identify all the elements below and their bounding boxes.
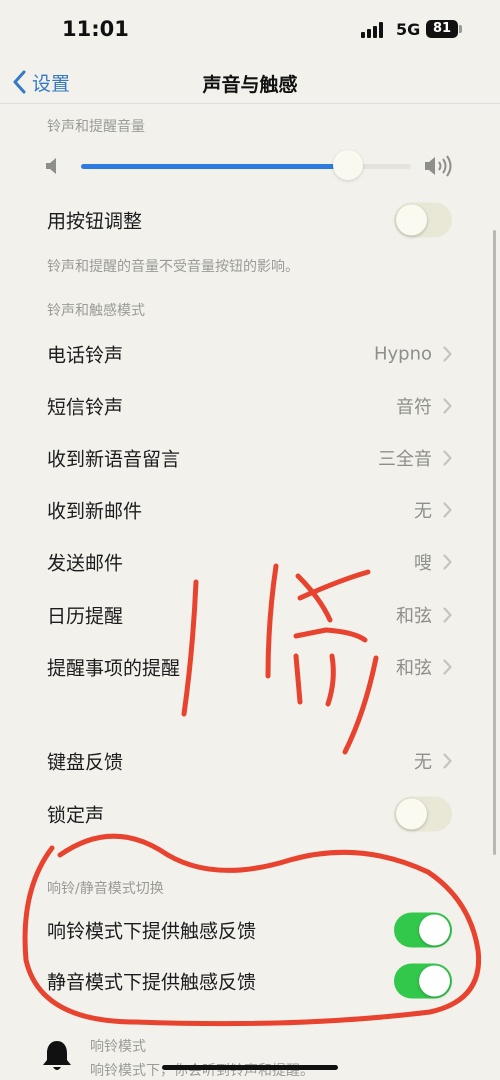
toggle-knob — [419, 914, 450, 946]
row-label: 收到新邮件 — [47, 500, 143, 523]
sound-row-sent-mail[interactable]: 发送邮件 嗖 — [0, 536, 480, 588]
battery-icon: 81 — [426, 20, 458, 38]
chevron-right-icon — [443, 753, 452, 769]
toggle-knob — [396, 204, 427, 236]
row-value: 无 — [414, 752, 432, 773]
network-type: 5G — [396, 20, 421, 39]
toggle-knob — [419, 965, 450, 997]
row-value: 和弦 — [396, 606, 432, 627]
row-value: 三全音 — [378, 449, 432, 470]
status-bar: 11:01 5G 81 — [0, 0, 500, 60]
row-label: 锁定声 — [47, 804, 105, 827]
battery-cap — [459, 25, 462, 33]
row-label: 日历提醒 — [47, 605, 124, 628]
chevron-right-icon — [443, 502, 452, 518]
chevron-right-icon — [443, 398, 452, 414]
keyboard-feedback-row[interactable]: 键盘反馈 无 — [0, 735, 480, 787]
speaker-low-icon — [46, 158, 56, 174]
row-label: 提醒事项的提醒 — [47, 657, 181, 680]
sound-row-text-tone[interactable]: 短信铃声 音符 — [0, 380, 480, 432]
cellular-signal-icon — [361, 22, 387, 38]
haptics-ring-mode-toggle[interactable] — [394, 912, 452, 948]
sound-row-new-mail[interactable]: 收到新邮件 无 — [0, 484, 480, 536]
row-value: 嗖 — [414, 553, 432, 574]
adjust-with-buttons-toggle[interactable] — [394, 202, 452, 238]
row-label: 键盘反馈 — [47, 751, 124, 774]
row-value: 音符 — [396, 397, 432, 418]
chevron-right-icon — [443, 607, 452, 623]
page-title: 声音与触感 — [202, 74, 298, 96]
sound-row-calendar-alerts[interactable]: 日历提醒 和弦 — [0, 589, 480, 641]
chevron-right-icon — [443, 659, 452, 675]
row-label: 发送邮件 — [47, 552, 124, 575]
row-label: 静音模式下提供触感反馈 — [47, 971, 257, 994]
row-value: 无 — [414, 501, 432, 522]
home-indicator[interactable] — [162, 1065, 338, 1070]
bell-icon — [43, 1041, 71, 1070]
row-value: 和弦 — [396, 658, 432, 679]
row-label: 短信铃声 — [47, 396, 124, 419]
slider-fill — [81, 164, 349, 169]
sound-row-reminder-alerts[interactable]: 提醒事项的提醒 和弦 — [0, 641, 480, 693]
chevron-right-icon — [443, 346, 452, 362]
row-label: 用按钮调整 — [47, 210, 143, 233]
sound-row-ringtone[interactable]: 电话铃声 Hypno — [0, 328, 480, 380]
toggle-knob — [396, 798, 427, 830]
section-header-ringer-volume: 铃声和提醒音量 — [47, 119, 145, 135]
slider-thumb[interactable] — [333, 150, 364, 180]
scrollbar[interactable] — [493, 230, 496, 855]
adjust-with-buttons-footnote: 铃声和提醒的音量不受音量按钮的影响。 — [47, 259, 299, 275]
sound-row-new-voicemail[interactable]: 收到新语音留言 三全音 — [0, 432, 480, 484]
chevron-right-icon — [443, 450, 452, 466]
nav-divider — [0, 103, 500, 104]
ringer-volume-slider[interactable] — [81, 150, 411, 180]
row-label: 响铃模式下提供触感反馈 — [47, 920, 257, 943]
section-header-sounds: 铃声和触感模式 — [47, 303, 145, 319]
haptics-silent-mode-row[interactable]: 静音模式下提供触感反馈 — [0, 955, 480, 1007]
ring-mode-description: 响铃模式下，你会听到铃声和提醒。 — [90, 1063, 314, 1079]
lock-sound-row[interactable]: 锁定声 — [0, 788, 480, 840]
lock-sound-toggle[interactable] — [394, 796, 452, 832]
adjust-with-buttons-row[interactable]: 用按钮调整 — [0, 194, 480, 246]
row-value: Hypno — [373, 343, 432, 365]
chevron-right-icon — [443, 554, 452, 570]
row-label: 电话铃声 — [47, 344, 124, 367]
navigation-bar: 设置 声音与触感 — [0, 60, 500, 104]
section-header-ring-silent: 响铃/静音模式切换 — [47, 881, 164, 897]
ring-mode-info: 响铃模式 响铃模式下，你会听到铃声和提醒。 — [0, 1030, 500, 1079]
speaker-high-icon — [425, 155, 452, 177]
haptics-silent-mode-toggle[interactable] — [394, 963, 452, 999]
haptics-ring-mode-row[interactable]: 响铃模式下提供触感反馈 — [0, 904, 480, 956]
status-time: 11:01 — [62, 17, 129, 41]
row-label: 收到新语音留言 — [47, 448, 181, 471]
ring-mode-title: 响铃模式 — [90, 1039, 146, 1055]
